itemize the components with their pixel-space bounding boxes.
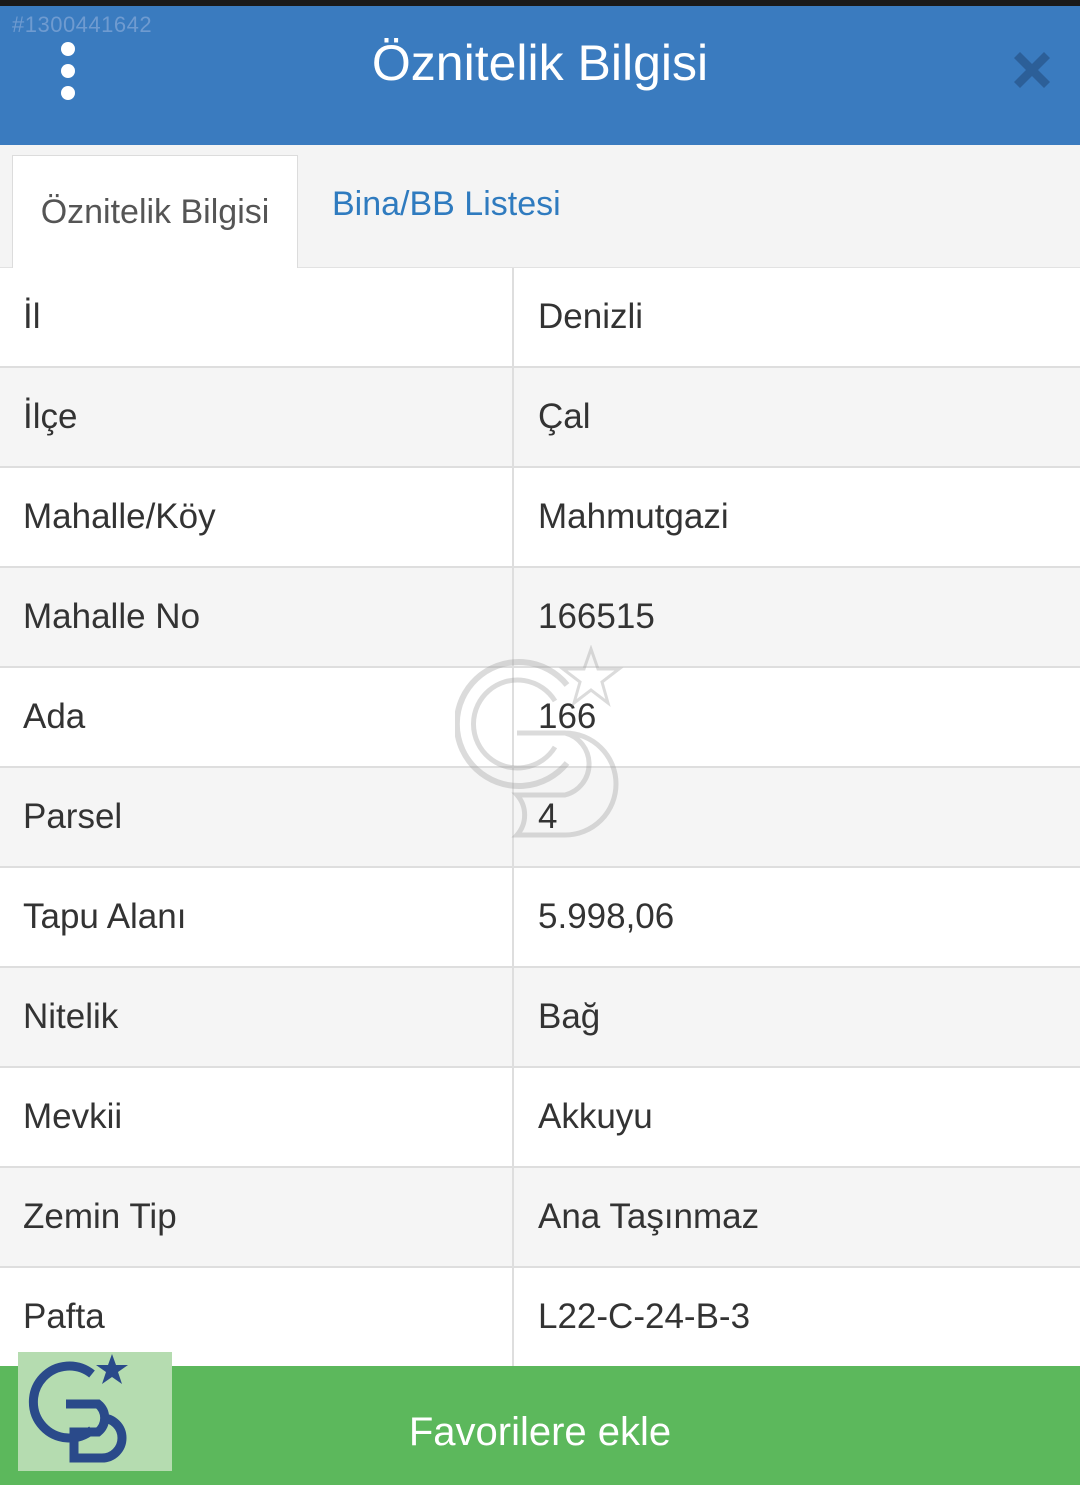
column-divider	[512, 468, 514, 566]
row-label: Parsel	[23, 797, 123, 836]
attribute-table: İl Denizli İlçe Çal Mahalle/Köy Mahmutga…	[0, 268, 1080, 1368]
table-row: Ada 166	[0, 668, 1080, 768]
modal-header: #1300441642 Öznitelik Bilgisi	[0, 6, 1080, 145]
row-value: Ana Taşınmaz	[538, 1197, 760, 1236]
row-label: İlçe	[23, 397, 78, 436]
column-divider	[512, 268, 514, 366]
row-value: Bağ	[538, 997, 601, 1036]
table-row: Zemin Tip Ana Taşınmaz	[0, 1168, 1080, 1268]
row-label: Tapu Alanı	[23, 897, 187, 936]
modal-title: Öznitelik Bilgisi	[371, 35, 709, 91]
column-divider	[512, 1168, 514, 1266]
table-row: Tapu Alanı 5.998,06	[0, 868, 1080, 968]
row-value: 166515	[538, 597, 655, 636]
close-icon[interactable]	[1006, 44, 1058, 96]
column-divider	[512, 668, 514, 766]
row-label: İl	[23, 297, 41, 336]
table-row: İl Denizli	[0, 268, 1080, 368]
row-label: Mevkii	[23, 1097, 123, 1136]
table-row: Mahalle/Köy Mahmutgazi	[0, 468, 1080, 568]
column-divider	[512, 1268, 514, 1366]
row-value: 5.998,06	[538, 897, 675, 936]
table-row: Mevkii Akkuyu	[0, 1068, 1080, 1168]
row-label: Mahalle No	[23, 597, 201, 636]
row-value: Çal	[538, 397, 591, 436]
add-favorites-button[interactable]: Favorilere ekle	[0, 1352, 1080, 1485]
row-value: 4	[538, 797, 558, 836]
column-divider	[512, 368, 514, 466]
row-value: Akkuyu	[538, 1097, 653, 1136]
table-row: Mahalle No 166515	[0, 568, 1080, 668]
tab-attribute-info[interactable]: Öznitelik Bilgisi	[12, 155, 298, 269]
column-divider	[512, 568, 514, 666]
row-label: Nitelik	[23, 997, 119, 1036]
tab-bar: Öznitelik Bilgisi Bina/BB Listesi	[0, 145, 1080, 269]
row-value: 166	[538, 697, 597, 736]
table-row: İlçe Çal	[0, 368, 1080, 468]
column-divider	[512, 868, 514, 966]
row-label: Mahalle/Köy	[23, 497, 216, 536]
row-value: L22-C-24-B-3	[538, 1297, 751, 1336]
add-favorites-label: Favorilere ekle	[408, 1410, 672, 1454]
table-row: Parsel 4	[0, 768, 1080, 868]
column-divider	[512, 1068, 514, 1166]
column-divider	[512, 768, 514, 866]
row-value: Mahmutgazi	[538, 497, 729, 536]
row-label: Zemin Tip	[23, 1197, 177, 1236]
row-label: Ada	[23, 697, 86, 736]
tab-building-list[interactable]: Bina/BB Listesi	[332, 185, 561, 224]
column-divider	[512, 968, 514, 1066]
row-value: Denizli	[538, 297, 644, 336]
table-row: Nitelik Bağ	[0, 968, 1080, 1068]
